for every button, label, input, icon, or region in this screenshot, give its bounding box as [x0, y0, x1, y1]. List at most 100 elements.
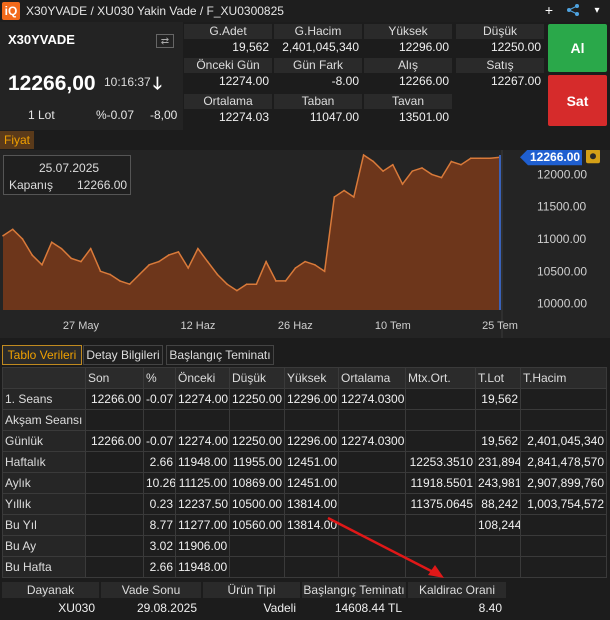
table-cell: 11918.5501	[405, 472, 476, 494]
table-row[interactable]: Günlük 12266.00 -0.07 12274.00 12250.00 12296…	[2, 430, 607, 452]
table-cell	[229, 535, 285, 557]
table-cell	[520, 409, 607, 431]
table-row[interactable]: Bu Yıl 8.77 11277.00 10560.00 13814.00 108,24…	[2, 514, 607, 536]
data-point	[70, 257, 73, 260]
swap-icon[interactable]: ⇄	[156, 34, 174, 48]
table-row[interactable]: Aylık 10.26 11125.00 10869.00 12451.00 11918.…	[2, 472, 607, 494]
table-header: Son% Önceki Düşük Yüksek Ortalama Mtx.Ort. T.L…	[2, 367, 607, 389]
buy-button[interactable]: Al	[548, 24, 607, 72]
stat-ortalama: Ortalama 12274.03	[184, 94, 272, 126]
table-cell: 11948.00	[175, 556, 230, 578]
table-row[interactable]: Yıllık 0.23 12237.50 10500.00 13814.00 11375.…	[2, 493, 607, 515]
chevron-down-icon[interactable]: ▾	[590, 3, 604, 17]
table-cell: 12274.00	[175, 388, 230, 410]
tab-table-data[interactable]: Tablo Verileri	[2, 345, 82, 365]
table-cell	[85, 535, 144, 557]
price-tab[interactable]: Fiyat	[0, 131, 34, 149]
table-row[interactable]: Haftalık 2.66 11948.00 11955.00 12451.00 1225…	[2, 451, 607, 473]
table-cell: 2,841,478,570	[520, 451, 607, 473]
tab-detail-info[interactable]: Detay Bilgileri	[83, 345, 163, 365]
table-cell	[405, 409, 476, 431]
tab-initial-margin[interactable]: Başlangıç Teminatı	[166, 345, 274, 365]
table-cell: 12296.00	[284, 388, 339, 410]
y-tick-label: 12000.00	[537, 167, 587, 181]
table-cell	[85, 493, 144, 515]
column-header[interactable]: Önceki	[175, 367, 230, 389]
x-tick-label: 10 Tem	[375, 320, 411, 332]
table-cell	[405, 430, 476, 452]
data-point	[450, 160, 453, 163]
table-cell: 10560.00	[229, 514, 285, 536]
table: Son% Önceki Düşük Yüksek Ortalama Mtx.Ort. T.L…	[2, 367, 607, 578]
table-cell: 19,562	[475, 430, 521, 452]
data-point	[197, 247, 199, 250]
price-chart[interactable]: 12000.00 11500.00 11000.00 10500.00 10000.00…	[0, 150, 610, 338]
column-header[interactable]	[2, 367, 86, 389]
table-cell: 12266.00	[85, 388, 144, 410]
footer-vade-sonu: Vade Sonu 29.08.2025	[101, 582, 201, 618]
stat-yuksek: Yüksek 12296.00	[364, 24, 452, 56]
table-cell	[520, 388, 607, 410]
column-header[interactable]: Yüksek	[284, 367, 339, 389]
table-cell	[229, 409, 285, 431]
stat-taban: Taban 11047.00	[274, 94, 362, 126]
table-cell: 12250.00	[229, 430, 285, 452]
data-point	[236, 289, 238, 292]
column-header[interactable]: T.Lot	[475, 367, 521, 389]
x-tick-label: 27 May	[63, 320, 100, 332]
table-cell	[338, 556, 406, 578]
plus-icon[interactable]: +	[542, 2, 556, 18]
table-cell: 2.66	[143, 451, 176, 473]
data-point	[343, 189, 345, 192]
y-tick-label: 10500.00	[537, 264, 587, 278]
table-cell: 11948.00	[175, 451, 230, 473]
info-close-label: Kapanış	[9, 178, 54, 192]
table-cell	[338, 493, 406, 515]
data-point	[411, 170, 414, 172]
data-point	[304, 260, 306, 263]
column-header[interactable]: %	[143, 367, 176, 389]
share-icon[interactable]	[566, 3, 580, 17]
table-cell: 11375.0645	[405, 493, 476, 515]
table-cell: 108,244	[475, 514, 521, 536]
table-cell	[405, 388, 476, 410]
row-label: Yıllık	[2, 493, 86, 515]
stat-tavan: Tavan 13501.00	[364, 94, 452, 126]
stat-g-hacim: G.Hacim 2,401,045,340	[274, 24, 362, 56]
row-label: Bu Ay	[2, 535, 86, 557]
data-point	[148, 263, 150, 266]
table-cell: 11125.00	[175, 472, 230, 494]
table-cell	[284, 535, 339, 557]
column-header[interactable]: Mtx.Ort.	[405, 367, 476, 389]
x-tick-label: 25 Tem	[482, 320, 518, 332]
table-cell: 11277.00	[175, 514, 230, 536]
table-row[interactable]: Bu Hafta 2.66 11948.00	[2, 556, 607, 578]
chart-info-box: 25.07.2025 Kapanış 12266.00	[3, 155, 131, 195]
gear-center	[590, 153, 596, 160]
table-cell	[475, 535, 521, 557]
last-price-label: 12266.00	[530, 150, 580, 164]
column-header[interactable]: T.Hacim	[520, 367, 607, 389]
row-label: Akşam Seansı	[2, 409, 86, 431]
table-row[interactable]: Bu Ay 3.02 11906.00	[2, 535, 607, 557]
sell-button[interactable]: Sat	[548, 75, 607, 126]
table-cell	[338, 535, 406, 557]
row-label: Günlük	[2, 430, 86, 452]
data-point	[206, 260, 209, 263]
table-cell	[284, 409, 339, 431]
table-cell: 12274.00	[175, 430, 230, 452]
data-point	[255, 283, 258, 285]
table-cell: 12274.0300	[338, 430, 406, 452]
y-tick-label: 11500.00	[537, 200, 586, 214]
column-header[interactable]: Son	[85, 367, 144, 389]
data-point	[479, 157, 482, 160]
table-cell	[284, 556, 339, 578]
table-row[interactable]: Akşam Seansı	[2, 409, 607, 431]
table-row[interactable]: 1. Seans 12266.00 -0.07 12274.00 12250.00 122…	[2, 388, 607, 410]
table-cell: 88,242	[475, 493, 521, 515]
table-cell: 2,907,899,760	[520, 472, 607, 494]
x-tick-label: 26 Haz	[278, 320, 313, 332]
column-header[interactable]: Ortalama	[338, 367, 406, 389]
column-header[interactable]: Düşük	[229, 367, 285, 389]
data-point	[382, 170, 384, 172]
